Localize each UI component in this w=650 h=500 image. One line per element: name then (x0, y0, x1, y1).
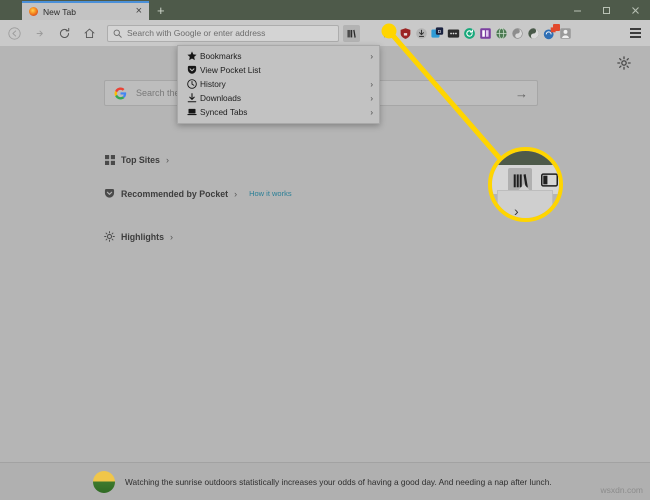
blue-badge-extension-icon[interactable]: D (430, 26, 445, 41)
maximize-icon[interactable] (592, 0, 621, 20)
gray-swirl-extension-icon[interactable] (510, 26, 525, 41)
svg-text:D: D (438, 29, 442, 35)
section-label: Recommended by Pocket (121, 188, 229, 199)
download-extension-icon[interactable] (414, 26, 429, 41)
download-arrow-icon (187, 93, 200, 103)
scissors-extension-icon[interactable] (382, 26, 397, 41)
home-button[interactable] (78, 22, 100, 44)
chevron-right-icon[interactable]: › (166, 155, 169, 165)
submenu-chevron-icon: › (370, 79, 373, 89)
gear-icon[interactable] (617, 56, 631, 70)
sparkle-icon (104, 231, 115, 242)
yin-yang-extension-icon[interactable] (526, 26, 541, 41)
close-icon[interactable] (621, 0, 650, 20)
library-icon (347, 29, 356, 38)
new-tab-button[interactable]: + (157, 4, 165, 17)
sunrise-icon (93, 470, 115, 493)
pocket-icon (187, 65, 200, 75)
submenu-chevron-icon: › (370, 93, 373, 103)
window-controls (563, 0, 650, 20)
menu-item-label: History (200, 79, 226, 89)
menu-item-bookmarks[interactable]: Bookmarks › (178, 49, 379, 63)
menu-item-downloads[interactable]: Downloads › (178, 91, 379, 105)
pocket-icon (104, 188, 115, 199)
tab-title: New Tab (43, 6, 76, 17)
menu-item-label: Synced Tabs (200, 107, 248, 117)
chevron-right-icon[interactable]: › (170, 232, 173, 242)
browser-tab[interactable]: New Tab × (22, 1, 149, 20)
firefox-favicon (29, 7, 38, 16)
person-extension-icon[interactable] (558, 26, 573, 41)
menu-item-label: View Pocket List (200, 65, 261, 75)
close-tab-icon[interactable]: × (134, 6, 144, 17)
library-dropdown-menu: Bookmarks › View Pocket List History › D… (177, 45, 380, 124)
star-icon (187, 51, 200, 61)
magnified-sidebar-button[interactable] (539, 170, 559, 189)
forward-button[interactable] (28, 22, 50, 44)
navigation-toolbar: Search with Google or enter address D (0, 20, 650, 46)
google-logo-icon (114, 87, 127, 99)
menu-item-label: Downloads (200, 93, 242, 103)
address-bar-placeholder: Search with Google or enter address (127, 28, 266, 38)
laptop-icon (187, 107, 200, 117)
bottom-message-text: Watching the sunrise outdoors statistica… (125, 476, 552, 487)
grid-icon (104, 154, 115, 165)
purple-note-extension-icon[interactable] (478, 26, 493, 41)
search-submit-icon[interactable]: → (515, 86, 528, 101)
watermark: wsxdn.com (600, 485, 643, 495)
section-recommended-by-pocket[interactable]: Recommended by Pocket › How it works (104, 188, 292, 199)
how-it-works-link[interactable]: How it works (249, 189, 292, 198)
library-button[interactable] (343, 24, 360, 42)
bottom-message-bar: Watching the sunrise outdoors statistica… (0, 462, 650, 500)
green-refresh-extension-icon[interactable] (462, 26, 477, 41)
section-label: Highlights (121, 231, 165, 242)
address-bar[interactable]: Search with Google or enter address (107, 24, 339, 42)
magnified-popup-panel (497, 190, 553, 218)
magnifier-callout: › (488, 147, 563, 222)
chevron-right-icon[interactable]: › (234, 189, 237, 199)
magnified-chevron-icon: › (514, 203, 519, 219)
globe-extension-icon[interactable] (494, 26, 509, 41)
section-highlights[interactable]: Highlights › (104, 231, 173, 242)
menu-item-synced-tabs[interactable]: Synced Tabs › (178, 105, 379, 119)
sidebar-icon (540, 172, 558, 187)
back-button[interactable] (3, 22, 25, 44)
menu-item-view-pocket-list[interactable]: View Pocket List (178, 63, 379, 77)
clock-icon (187, 79, 200, 89)
shield-extension-icon[interactable] (398, 26, 413, 41)
menu-item-label: Bookmarks (200, 51, 242, 61)
minimize-icon[interactable] (563, 0, 592, 20)
blue-red-extension-icon[interactable] (542, 23, 560, 41)
reload-button[interactable] (53, 22, 75, 44)
extensions-toolbar: D (360, 23, 623, 41)
section-label: Top Sites (121, 154, 160, 165)
search-icon (113, 29, 122, 38)
menu-item-history[interactable]: History › (178, 77, 379, 91)
dark-grid-extension-icon[interactable] (446, 26, 461, 41)
submenu-chevron-icon: › (370, 51, 373, 61)
submenu-chevron-icon: › (370, 107, 373, 117)
section-top-sites[interactable]: Top Sites › (104, 154, 169, 165)
browser-window: New Tab × + Search with Google or enter … (0, 0, 650, 500)
tab-bar: New Tab × + (0, 0, 650, 20)
hamburger-menu-icon[interactable] (623, 22, 647, 44)
